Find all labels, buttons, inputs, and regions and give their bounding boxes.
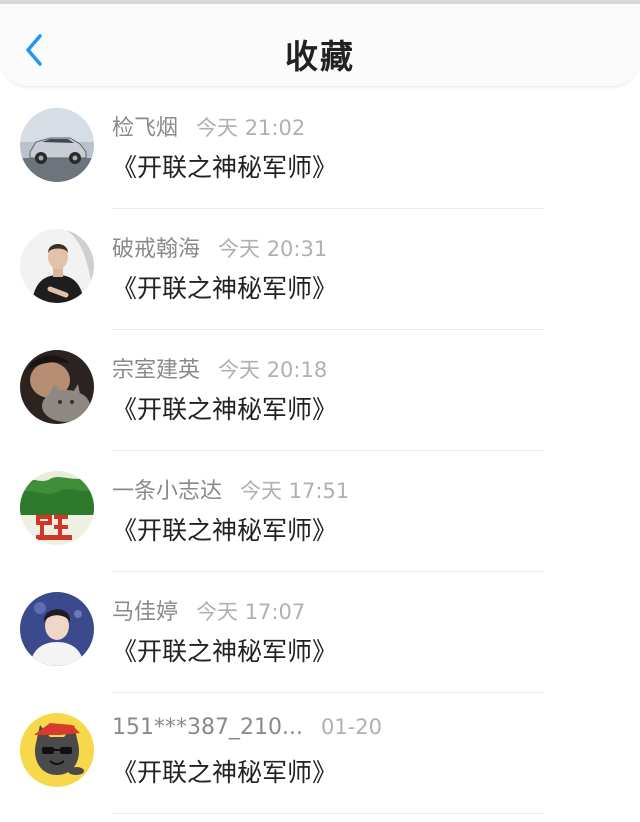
timestamp: 01-20 — [320, 715, 382, 739]
user-name[interactable]: 检飞烟 — [112, 116, 178, 141]
favorite-title[interactable]: 《开联之神秘军师》 — [112, 632, 337, 668]
timestamp: 今天 20:31 — [218, 237, 328, 261]
user-name[interactable]: 一条小志达 — [112, 479, 222, 504]
timestamp: 今天 17:51 — [240, 479, 350, 503]
list-item[interactable]: 破戒翰海 今天 20:31 《开联之神秘军师》 — [0, 209, 640, 330]
favorite-title[interactable]: 《开联之神秘军师》 — [112, 753, 337, 789]
favorite-title[interactable]: 《开联之神秘军师》 — [112, 390, 337, 426]
list-item[interactable]: 检飞烟 今天 21:02 《开联之神秘军师》 — [0, 88, 640, 209]
list-item[interactable]: 宗室建英 今天 20:18 《开联之神秘军师》 — [0, 330, 640, 451]
avatar[interactable] — [20, 592, 94, 666]
timestamp: 今天 20:18 — [218, 358, 328, 382]
car-photo-image — [20, 108, 94, 182]
favorite-title[interactable]: 《开联之神秘军师》 — [112, 511, 337, 547]
person-with-cat-image — [20, 350, 94, 424]
avatar[interactable] — [20, 471, 94, 545]
list-item[interactable]: 一条小志达 今天 17:51 《开联之神秘军师》 — [0, 451, 640, 572]
cartoon-cat-image — [20, 713, 94, 787]
avatar[interactable] — [20, 108, 94, 182]
favorites-list: 检飞烟 今天 21:02 《开联之神秘军师》 破戒翰海 今天 20:31 《开联… — [0, 88, 640, 814]
young-man-portrait-image — [20, 592, 94, 666]
list-item[interactable]: 马佳婷 今天 17:07 《开联之神秘军师》 — [0, 572, 640, 693]
green-poster-image — [20, 471, 94, 545]
avatar[interactable] — [20, 713, 94, 787]
user-name[interactable]: 马佳婷 — [112, 600, 178, 625]
divider — [112, 813, 544, 814]
header-bar: 收藏 — [0, 4, 640, 87]
favorite-title[interactable]: 《开联之神秘军师》 — [112, 148, 337, 184]
user-name[interactable]: 151***387_210... — [112, 715, 303, 740]
avatar[interactable] — [20, 350, 94, 424]
page-title: 收藏 — [285, 37, 355, 76]
user-name[interactable]: 破戒翰海 — [112, 237, 200, 262]
favorite-title[interactable]: 《开联之神秘军师》 — [112, 269, 337, 305]
favorites-screen: 收藏 检飞烟 今天 21:02 《开联之神秘军师》 破戒翰海 今天 20:31 … — [0, 0, 640, 822]
list-item[interactable]: 151***387_210... 01-20 《开联之神秘军师》 — [0, 693, 640, 814]
user-name[interactable]: 宗室建英 — [112, 358, 200, 383]
man-portrait-image — [20, 229, 94, 303]
timestamp: 今天 21:02 — [196, 116, 306, 140]
timestamp: 今天 17:07 — [196, 600, 306, 624]
avatar[interactable] — [20, 229, 94, 303]
